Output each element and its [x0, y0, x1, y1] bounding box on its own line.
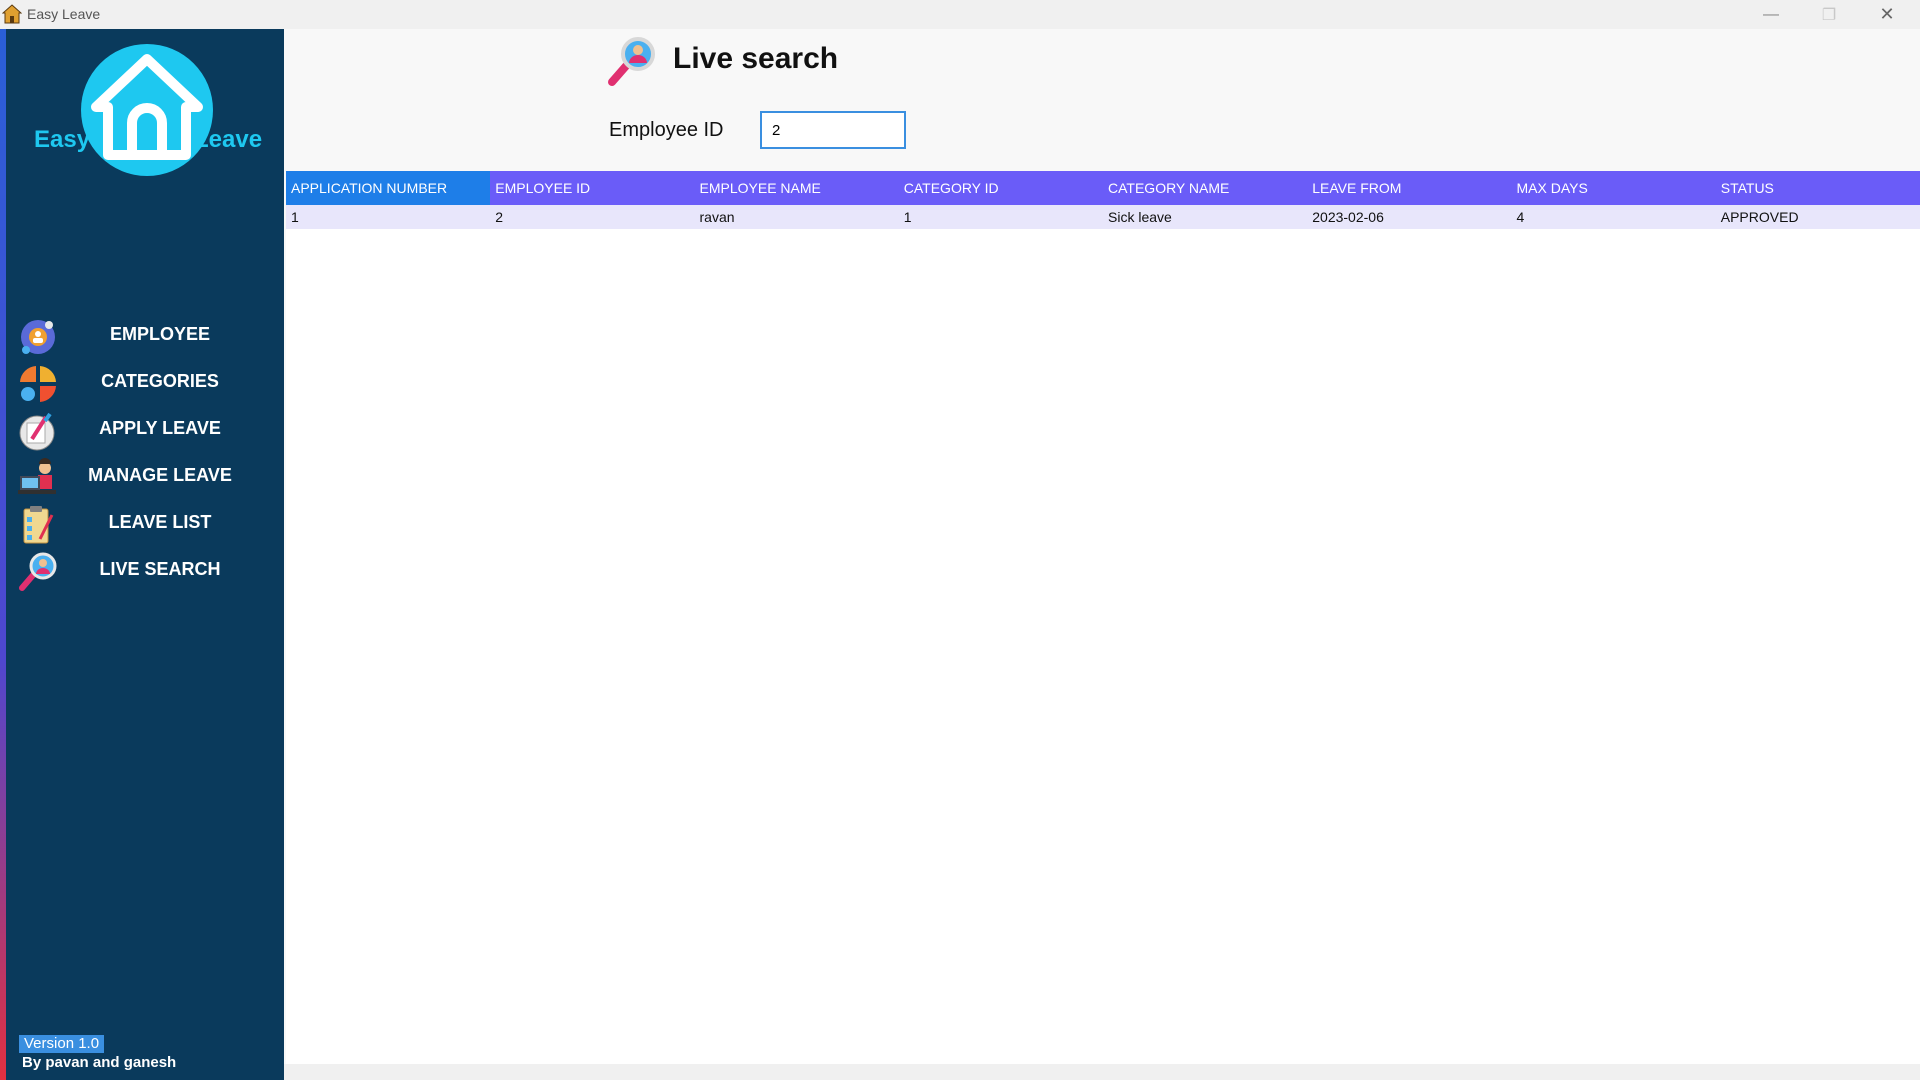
bottom-scroll-strip [284, 1064, 1920, 1080]
app-logo: Easy Leave [32, 43, 272, 188]
logo-word-easy: Easy [34, 126, 91, 153]
column-header-max-days[interactable]: MAX DAYS [1511, 171, 1716, 205]
live-search-header-icon [608, 37, 655, 86]
table-row[interactable]: 1 2 ravan 1 Sick leave 2023-02-06 4 APPR… [286, 205, 1920, 229]
sidebar-item-label: CATEGORIES [101, 371, 219, 391]
apply-leave-icon [19, 412, 55, 451]
sidebar-item-leave-list[interactable]: LEAVE LIST [16, 499, 284, 546]
sidebar-nav: EMPLOYEE CATEGORIES APPLY LEAVE MANAGE L… [16, 311, 284, 593]
sidebar-item-label: LEAVE LIST [108, 512, 212, 532]
title-bar: Easy Leave — ❐ ✕ [0, 0, 1920, 29]
employee-id-label: Employee ID [609, 119, 724, 141]
cell-status[interactable]: APPROVED [1715, 205, 1920, 229]
employee-gear-icon [21, 320, 55, 354]
clipboard-list-icon [23, 506, 54, 544]
sidebar-item-label: APPLY LEAVE [99, 418, 221, 438]
column-header-employee-id[interactable]: EMPLOYEE ID [490, 171, 695, 205]
column-header-category-name[interactable]: CATEGORY NAME [1103, 171, 1308, 205]
author-byline: By pavan and ganesh [22, 1054, 177, 1071]
table-header-row: APPLICATION NUMBER EMPLOYEE ID EMPLOYEE … [286, 171, 1920, 205]
column-header-employee-name[interactable]: EMPLOYEE NAME [694, 171, 899, 205]
manage-leave-icon [18, 458, 56, 494]
cell-category-name[interactable]: Sick leave [1103, 205, 1308, 229]
cell-employee-id[interactable]: 2 [490, 205, 695, 229]
column-header-leave-from[interactable]: LEAVE FROM [1307, 171, 1512, 205]
maximize-button[interactable]: ❐ [1800, 0, 1858, 29]
categories-pie-icon [20, 366, 56, 402]
sidebar-item-live-search[interactable]: LIVE SEARCH [16, 546, 284, 593]
minimize-button[interactable]: — [1742, 0, 1800, 29]
logo-house-icon [81, 44, 213, 176]
employee-id-input[interactable] [760, 111, 906, 149]
sidebar-item-label: MANAGE LEAVE [88, 465, 232, 485]
sidebar-item-manage-leave[interactable]: MANAGE LEAVE [16, 452, 284, 499]
search-person-icon [19, 552, 57, 591]
sidebar-item-apply-leave[interactable]: APPLY LEAVE [16, 405, 284, 452]
sidebar-item-categories[interactable]: CATEGORIES [16, 358, 284, 405]
results-table-area: APPLICATION NUMBER EMPLOYEE ID EMPLOYEE … [286, 171, 1920, 1064]
sidebar-edge-accent [0, 29, 6, 1080]
cell-application-number[interactable]: 1 [286, 205, 491, 229]
column-header-application-number[interactable]: APPLICATION NUMBER [286, 171, 491, 205]
page-title: Live search [673, 42, 839, 75]
app-house-icon [2, 4, 22, 24]
cell-category-id[interactable]: 1 [898, 205, 1103, 229]
logo-word-leave: Leave [194, 126, 263, 153]
sidebar-item-label: EMPLOYEE [109, 324, 211, 344]
sidebar: Easy Leave EMPLOYEE CATEGORIES APPLY LEA… [0, 29, 284, 1080]
sidebar-item-label: LIVE SEARCH [99, 559, 221, 579]
cell-leave-from[interactable]: 2023-02-06 [1307, 205, 1512, 229]
column-header-category-id[interactable]: CATEGORY ID [898, 171, 1103, 205]
main-panel: Live search Employee ID APPLICATION NUMB… [284, 29, 1920, 1080]
cell-max-days[interactable]: 4 [1511, 205, 1716, 229]
window-title: Easy Leave [27, 6, 101, 22]
sidebar-item-employee[interactable]: EMPLOYEE [16, 311, 284, 358]
results-table: APPLICATION NUMBER EMPLOYEE ID EMPLOYEE … [286, 171, 1920, 229]
column-header-status[interactable]: STATUS [1715, 171, 1920, 205]
cell-employee-name[interactable]: ravan [694, 205, 899, 229]
close-button[interactable]: ✕ [1858, 0, 1916, 29]
version-label: Version 1.0 [19, 1035, 105, 1053]
